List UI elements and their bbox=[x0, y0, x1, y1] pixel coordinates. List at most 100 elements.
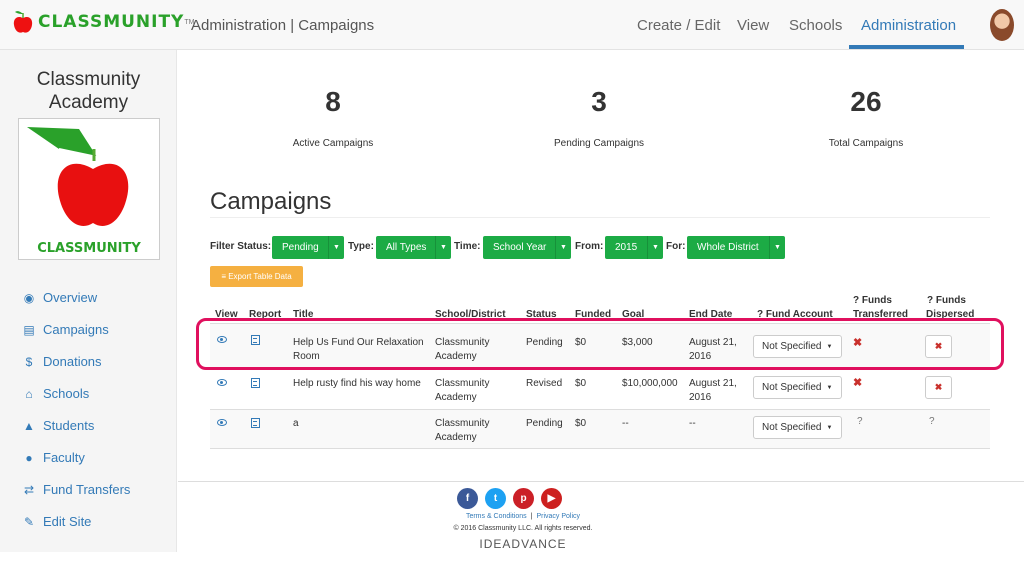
type-filter-dropdown[interactable]: All Types ▼ bbox=[376, 236, 451, 259]
sidebar-item-edit-site[interactable]: ✎ Edit Site bbox=[22, 514, 91, 529]
sidebar-item-donations[interactable]: $ Donations bbox=[22, 354, 102, 369]
facebook-icon[interactable]: f bbox=[457, 488, 478, 509]
sidebar-item-label: Overview bbox=[43, 290, 98, 305]
stat-label: Active Campaigns bbox=[292, 138, 374, 149]
sidebar-item-schools[interactable]: ⌂ Schools bbox=[22, 386, 89, 401]
time-label: Time: bbox=[454, 241, 481, 252]
graduation-cap-icon: ▲ bbox=[23, 418, 35, 433]
stat-pending-campaigns: 3 Pending Campaigns bbox=[519, 86, 679, 149]
view-eye-icon[interactable] bbox=[217, 419, 227, 426]
sidebar-item-campaigns[interactable]: ▤ Campaigns bbox=[22, 322, 109, 337]
table-row: a Classmunity Academy Pending $0 -- -- N… bbox=[210, 409, 990, 449]
campaign-end-date: August 21, 2016 bbox=[689, 378, 737, 403]
institution-icon: ⌂ bbox=[25, 386, 33, 401]
caret-down-icon: ▼ bbox=[647, 236, 663, 259]
caret-down-icon: ▼ bbox=[826, 384, 833, 391]
classmunity-logo[interactable]: CLASSMUNITY TM bbox=[12, 9, 194, 35]
dashboard-icon: ◉ bbox=[23, 290, 35, 305]
for-filter-dropdown[interactable]: Whole District ▼ bbox=[687, 236, 785, 259]
link-separator: | bbox=[530, 513, 533, 520]
users-icon: ● bbox=[25, 450, 33, 465]
apple-logo-icon: CLASSMUNITY bbox=[27, 127, 141, 256]
view-eye-icon[interactable] bbox=[217, 379, 227, 386]
terms-link[interactable]: Terms & Conditions bbox=[466, 513, 527, 520]
pinterest-icon[interactable]: p bbox=[513, 488, 534, 509]
stat-active-campaigns: 8 Active Campaigns bbox=[253, 86, 413, 149]
dollar-icon: $ bbox=[25, 354, 33, 369]
time-filter-dropdown[interactable]: School Year ▼ bbox=[483, 236, 571, 259]
stat-total-campaigns: 26 Total Campaigns bbox=[786, 86, 946, 149]
sidebar-item-fund-transfers[interactable]: ⇄ Fund Transfers bbox=[22, 482, 130, 497]
caret-down-icon: ▼ bbox=[555, 236, 571, 259]
newspaper-icon: ▤ bbox=[23, 322, 35, 337]
stat-label: Pending Campaigns bbox=[553, 138, 645, 149]
col-funds-dispersed[interactable]: ? Funds bbox=[927, 294, 966, 308]
breadcrumb: Administration | Campaigns bbox=[191, 17, 375, 34]
campaign-goal: $10,000,000 bbox=[622, 378, 678, 389]
nav-view[interactable]: View bbox=[737, 17, 769, 34]
campaign-status: Revised bbox=[526, 378, 563, 389]
transferred-unknown: ? bbox=[857, 416, 863, 427]
highlight-annotation bbox=[196, 318, 1004, 370]
stat-value: 26 bbox=[850, 86, 882, 117]
fund-account-dropdown[interactable]: Not Specified ▼ bbox=[753, 416, 842, 439]
caret-down-icon: ▼ bbox=[328, 236, 344, 259]
copyright: © 2016 Classmunity LLC. All rights reser… bbox=[453, 525, 593, 532]
main-content: 8 Active Campaigns 3 Pending Campaigns 2… bbox=[178, 50, 1024, 480]
top-navbar: CLASSMUNITY TM Administration | Campaign… bbox=[0, 0, 1024, 50]
report-icon[interactable] bbox=[251, 418, 260, 428]
stat-value: 3 bbox=[591, 86, 607, 117]
campaign-school: Classmunity Academy bbox=[435, 418, 490, 443]
fund-account-dropdown[interactable]: Not Specified ▼ bbox=[753, 376, 842, 399]
nav-create-edit[interactable]: Create / Edit bbox=[637, 17, 720, 34]
caret-down-icon: ▼ bbox=[826, 424, 833, 431]
sidebar-item-label: Schools bbox=[43, 386, 90, 401]
nav-administration[interactable]: Administration bbox=[861, 17, 956, 34]
logo-wordmark: CLASSMUNITY bbox=[38, 12, 185, 32]
sidebar-item-label: Campaigns bbox=[43, 322, 109, 337]
footer: f t p ▶ Terms & Conditions | Privacy Polic… bbox=[178, 481, 1024, 562]
stat-label: Total Campaigns bbox=[828, 138, 904, 149]
campaign-end-date: -- bbox=[689, 418, 696, 429]
transferred-x-icon: ✖ bbox=[853, 377, 863, 389]
user-avatar[interactable] bbox=[990, 9, 1014, 41]
dropdown-value: Pending bbox=[282, 242, 319, 253]
export-table-button[interactable]: ≡ Export Table Data bbox=[210, 266, 303, 287]
campaign-funded: $0 bbox=[575, 378, 587, 389]
dropdown-value: Not Specified bbox=[762, 382, 822, 393]
col-funds-transferred[interactable]: ? Funds bbox=[853, 294, 892, 308]
report-icon[interactable] bbox=[251, 378, 260, 388]
sidebar-item-label: Students bbox=[43, 418, 95, 433]
ideadvance-logo[interactable]: IDEADVANCE bbox=[178, 537, 868, 551]
sidebar-item-overview[interactable]: ◉ Overview bbox=[22, 290, 97, 305]
campaign-funded: $0 bbox=[575, 418, 587, 429]
campaign-title: a bbox=[293, 418, 299, 429]
sidebar-item-label: Donations bbox=[43, 354, 102, 369]
filter-status-label: Filter Status: bbox=[210, 241, 272, 252]
dropdown-value: All Types bbox=[386, 242, 427, 253]
table-row: Help rusty find his way home Classmunity… bbox=[210, 369, 990, 409]
campaign-goal: -- bbox=[622, 418, 629, 429]
dispersed-x-button[interactable]: ✖ bbox=[925, 376, 952, 399]
sidebar-item-label: Fund Transfers bbox=[43, 482, 131, 497]
logo-text: CLASSMUNITY bbox=[37, 241, 141, 256]
school-name: Classmunity Academy bbox=[36, 69, 141, 113]
from-label: From: bbox=[575, 241, 604, 252]
twitter-icon[interactable]: t bbox=[485, 488, 506, 509]
for-label: For: bbox=[666, 241, 686, 252]
sidebar-item-faculty[interactable]: ● Faculty bbox=[22, 450, 85, 465]
campaign-title: Help rusty find his way home bbox=[293, 378, 421, 389]
apple-icon bbox=[13, 11, 33, 33]
caret-down-icon: ▼ bbox=[769, 236, 785, 259]
nav-schools[interactable]: Schools bbox=[789, 17, 842, 34]
status-filter-dropdown[interactable]: Pending ▼ bbox=[272, 236, 344, 259]
sidebar-item-label: Edit Site bbox=[43, 514, 92, 529]
from-filter-dropdown[interactable]: 2015 ▼ bbox=[605, 236, 663, 259]
youtube-icon[interactable]: ▶ bbox=[541, 488, 562, 509]
exchange-icon: ⇄ bbox=[23, 482, 35, 497]
sidebar: Classmunity Academy CLASSMUNITY ◉ Overvie… bbox=[0, 50, 177, 552]
dropdown-value: 2015 bbox=[615, 242, 638, 253]
sidebar-item-students[interactable]: ▲ Students bbox=[22, 418, 94, 433]
privacy-link[interactable]: Privacy Policy bbox=[536, 513, 580, 520]
edit-icon: ✎ bbox=[23, 514, 35, 529]
